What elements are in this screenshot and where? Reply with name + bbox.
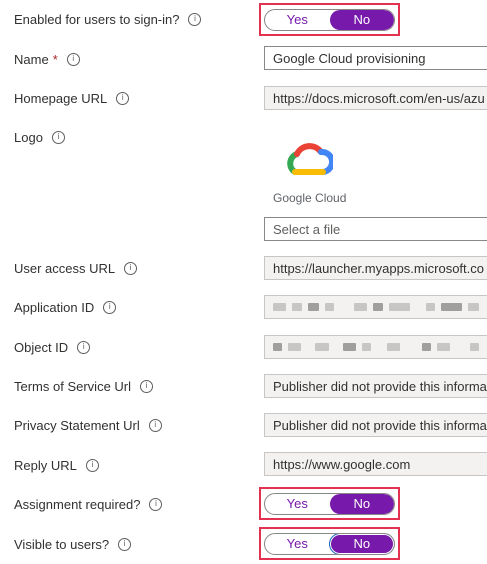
terms-url-field[interactable]: Publisher did not provide this informa	[264, 374, 487, 398]
privacy-label: Privacy Statement Url i	[14, 417, 162, 433]
redacted-block	[362, 343, 372, 351]
visible-toggle[interactable]: Yes No	[264, 532, 395, 555]
redacted-block	[388, 303, 410, 311]
object-id-field[interactable]	[264, 335, 487, 359]
file-select-input[interactable]: Select a file	[264, 217, 487, 241]
redacted-block	[469, 343, 480, 351]
homepage-label: Homepage URL i	[14, 90, 130, 106]
user-access-label: User access URL i	[14, 260, 138, 276]
visible-highlight: Yes No	[259, 527, 400, 560]
redacted-block	[437, 343, 450, 351]
name-label: Name * i	[14, 51, 80, 67]
assignment-no-option[interactable]: No	[329, 493, 394, 514]
enabled-highlight: Yes No	[259, 3, 400, 36]
logo-label: Logo i	[14, 129, 65, 145]
reply-url-label: Reply URL i	[14, 457, 99, 473]
redacted-block	[314, 343, 330, 351]
privacy-url-field[interactable]: Publisher did not provide this informa	[264, 413, 487, 437]
assignment-label: Assignment required? i	[14, 496, 163, 512]
redacted-block	[467, 303, 479, 311]
application-id-field[interactable]	[264, 295, 487, 319]
redacted-block	[373, 303, 383, 311]
info-icon[interactable]: i	[188, 12, 202, 26]
redacted-block	[292, 303, 302, 311]
info-icon[interactable]: i	[66, 52, 80, 66]
visible-no-option[interactable]: No	[328, 533, 394, 554]
redacted-block	[440, 303, 462, 311]
name-input[interactable]: Google Cloud provisioning	[264, 46, 487, 70]
info-icon[interactable]: i	[148, 418, 162, 432]
enabled-no-option[interactable]: No	[329, 9, 394, 30]
application-id-label: Application ID i	[14, 299, 117, 315]
enabled-label: Enabled for users to sign-in? i	[14, 11, 202, 27]
redacted-block	[343, 343, 357, 351]
redacted-block	[288, 343, 301, 351]
info-icon[interactable]: i	[51, 130, 65, 144]
homepage-url-field[interactable]: https://docs.microsoft.com/en-us/azu	[264, 86, 487, 110]
required-marker: *	[52, 51, 58, 67]
enabled-toggle[interactable]: Yes No	[264, 8, 395, 31]
visible-yes-option[interactable]: Yes	[265, 534, 330, 554]
google-cloud-logo: Google Cloud	[273, 140, 353, 208]
redacted-block	[324, 303, 335, 311]
user-access-url-field[interactable]: https://launcher.myapps.microsoft.co	[264, 256, 487, 280]
assignment-yes-option[interactable]: Yes	[265, 494, 330, 514]
logo-text: Google Cloud	[273, 191, 347, 205]
redacted-block	[387, 343, 401, 351]
enabled-yes-option[interactable]: Yes	[265, 10, 330, 30]
reply-url-field[interactable]: https://www.google.com	[264, 452, 487, 476]
info-icon[interactable]: i	[85, 458, 99, 472]
info-icon[interactable]: i	[103, 300, 117, 314]
terms-label: Terms of Service Url i	[14, 378, 154, 394]
redacted-block	[307, 303, 319, 311]
redacted-block	[422, 343, 432, 351]
info-icon[interactable]: i	[140, 379, 154, 393]
redacted-block	[273, 303, 287, 311]
info-icon[interactable]: i	[77, 340, 91, 354]
info-icon[interactable]: i	[124, 261, 138, 275]
cloud-icon	[287, 143, 333, 175]
info-icon[interactable]: i	[118, 537, 132, 551]
redacted-block	[354, 303, 368, 311]
info-icon[interactable]: i	[149, 497, 163, 511]
redacted-block	[425, 303, 435, 311]
redacted-block	[273, 343, 283, 351]
assignment-toggle[interactable]: Yes No	[264, 492, 395, 515]
assignment-highlight: Yes No	[259, 487, 400, 520]
visible-label: Visible to users? i	[14, 536, 132, 552]
object-id-label: Object ID i	[14, 339, 91, 355]
info-icon[interactable]: i	[116, 91, 130, 105]
